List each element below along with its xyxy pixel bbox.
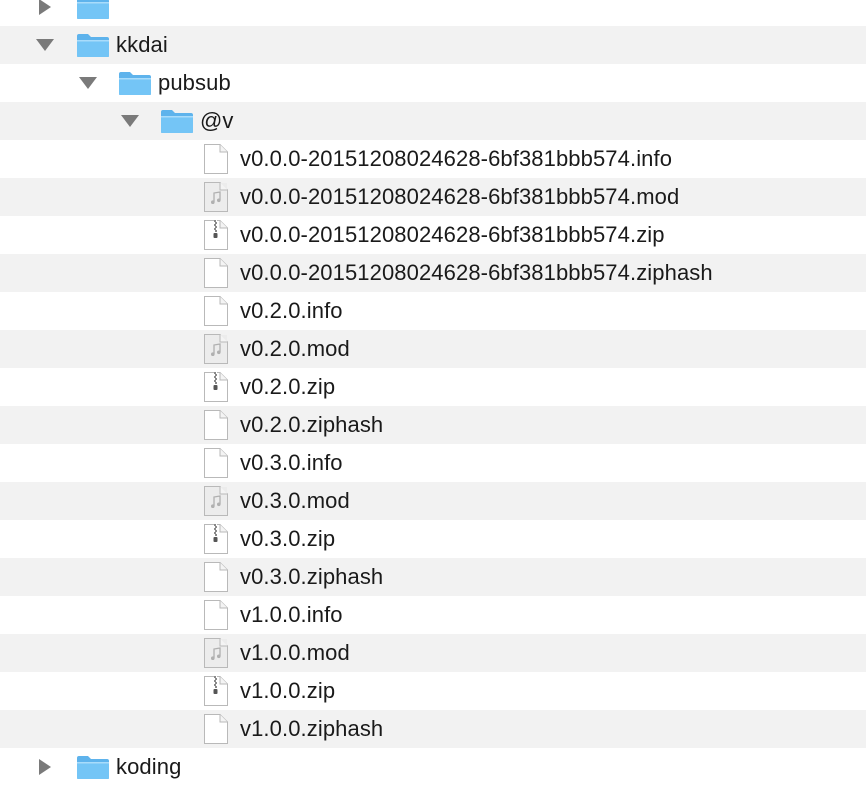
file-name: v0.3.0.info — [240, 450, 343, 475]
file-name: v1.0.0.ziphash — [240, 716, 384, 741]
file-row[interactable]: v1.0.0.info — [0, 596, 866, 634]
disclosure-triangle-down-icon[interactable] — [36, 39, 54, 51]
folder-icon — [160, 108, 194, 134]
folder-name: @v — [200, 108, 234, 133]
zip-archive-icon — [203, 675, 229, 707]
folder-name: pubsub — [158, 70, 231, 95]
file-tree: kkdai pubsub @v v0.0.0-20151208024628-6bf38… — [0, 0, 866, 779]
folder-name: kkdai — [116, 32, 168, 57]
file-row[interactable]: v0.2.0.zip — [0, 368, 866, 406]
file-row[interactable]: v0.0.0-20151208024628-6bf381bbb574.zip — [0, 216, 866, 254]
file-row[interactable]: v1.0.0.mod — [0, 634, 866, 672]
music-document-icon — [203, 333, 229, 365]
file-row[interactable]: v1.0.0.zip — [0, 672, 866, 710]
folder-icon — [76, 32, 110, 58]
file-name: v0.0.0-20151208024628-6bf381bbb574.mod — [240, 184, 680, 209]
music-document-icon — [203, 485, 229, 517]
file-name: v0.2.0.ziphash — [240, 412, 384, 437]
folder-icon — [76, 0, 110, 20]
file-row[interactable]: v0.3.0.ziphash — [0, 558, 866, 596]
zip-archive-icon — [203, 371, 229, 403]
file-name: v0.2.0.mod — [240, 336, 350, 361]
file-name: v1.0.0.info — [240, 602, 343, 627]
file-row[interactable]: v0.2.0.info — [0, 292, 866, 330]
disclosure-triangle-right-icon[interactable] — [39, 759, 51, 775]
folder-row[interactable]: pubsub — [0, 64, 866, 102]
file-name: v1.0.0.mod — [240, 640, 350, 665]
disclosure-triangle-right-icon[interactable] — [39, 0, 51, 15]
folder-row[interactable]: koding — [0, 748, 866, 786]
document-icon — [203, 143, 229, 175]
document-icon — [203, 295, 229, 327]
zip-archive-icon — [203, 219, 229, 251]
file-row[interactable]: v0.2.0.ziphash — [0, 406, 866, 444]
folder-row[interactable] — [0, 0, 866, 26]
folder-icon — [76, 754, 110, 780]
music-document-icon — [203, 637, 229, 669]
file-name: v0.0.0-20151208024628-6bf381bbb574.zipha… — [240, 260, 713, 285]
file-row[interactable]: v0.0.0-20151208024628-6bf381bbb574.info — [0, 140, 866, 178]
folder-icon — [118, 70, 152, 96]
file-name: v0.2.0.info — [240, 298, 343, 323]
file-name: v0.3.0.ziphash — [240, 564, 384, 589]
disclosure-triangle-down-icon[interactable] — [121, 115, 139, 127]
folder-row[interactable]: kkdai — [0, 26, 866, 64]
document-icon — [203, 561, 229, 593]
zip-archive-icon — [203, 523, 229, 555]
document-icon — [203, 409, 229, 441]
file-name: v0.0.0-20151208024628-6bf381bbb574.info — [240, 146, 673, 171]
file-row[interactable]: v1.0.0.ziphash — [0, 710, 866, 748]
document-icon — [203, 447, 229, 479]
file-row[interactable]: v0.3.0.info — [0, 444, 866, 482]
file-name: v1.0.0.zip — [240, 678, 336, 703]
document-icon — [203, 257, 229, 289]
file-name: v0.3.0.zip — [240, 526, 336, 551]
file-name: v0.0.0-20151208024628-6bf381bbb574.zip — [240, 222, 665, 247]
folder-name: koding — [116, 754, 182, 779]
file-row[interactable]: v0.2.0.mod — [0, 330, 866, 368]
document-icon — [203, 713, 229, 745]
disclosure-triangle-down-icon[interactable] — [79, 77, 97, 89]
file-name: v0.2.0.zip — [240, 374, 336, 399]
file-row[interactable]: v0.3.0.zip — [0, 520, 866, 558]
file-row[interactable]: v0.0.0-20151208024628-6bf381bbb574.zipha… — [0, 254, 866, 292]
folder-row[interactable]: @v — [0, 102, 866, 140]
file-name: v0.3.0.mod — [240, 488, 350, 513]
file-row[interactable]: v0.3.0.mod — [0, 482, 866, 520]
document-icon — [203, 599, 229, 631]
file-row[interactable]: v0.0.0-20151208024628-6bf381bbb574.mod — [0, 178, 866, 216]
music-document-icon — [203, 181, 229, 213]
